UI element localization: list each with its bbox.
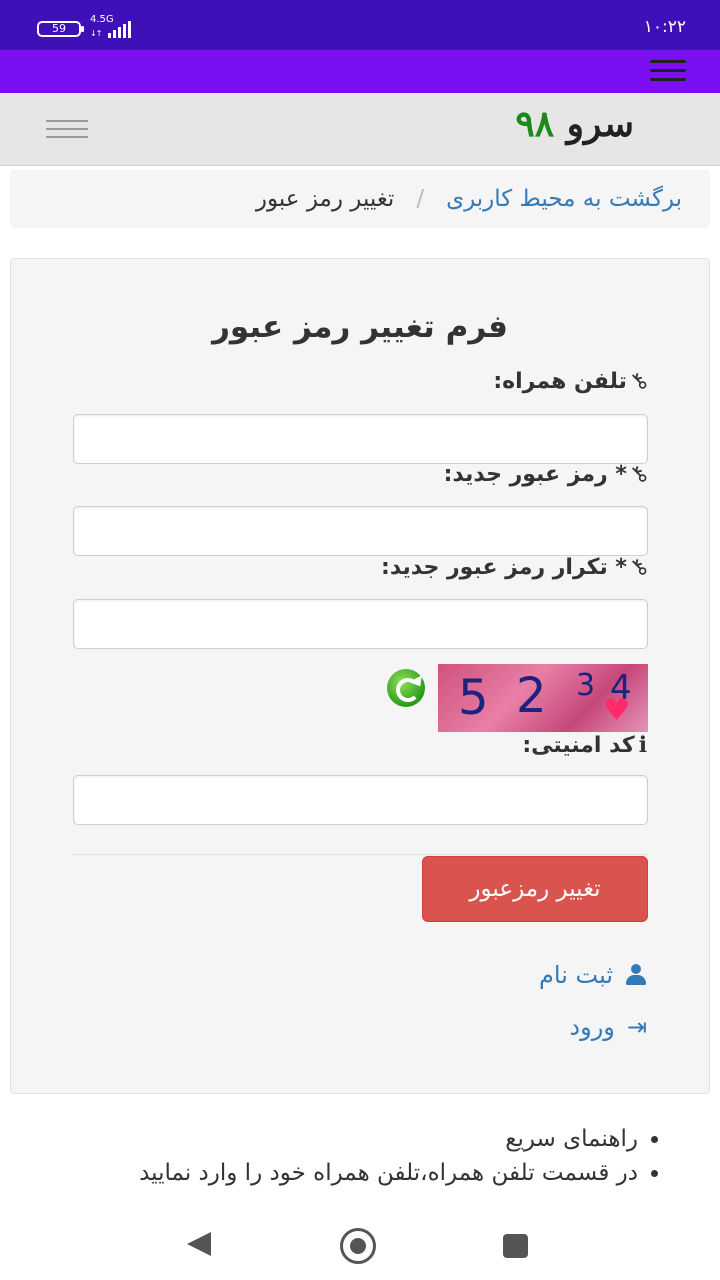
list-item: راهنمای سریع [40, 1122, 638, 1156]
signal-icon [108, 20, 136, 38]
change-password-panel: فرم تغییر رمز عبور ⚷تلفن همراه: ⚷* رمز ع… [10, 258, 710, 1094]
key-icon: ⚷ [624, 366, 654, 397]
site-header: سرو ۹۸ [0, 93, 720, 166]
form-divider [73, 854, 648, 855]
login-link[interactable]: ⇥ ورود [569, 1013, 647, 1041]
status-bar: 59 4.5G ↓↑ ۱۰:۲۲ [0, 0, 720, 50]
breadcrumb-current: تغییر رمز عبور [255, 186, 395, 212]
security-code-label: ℹکد امنیتی: [522, 733, 647, 758]
phone-label: ⚷تلفن همراه: [493, 366, 654, 397]
battery-indicator: 59 [37, 21, 84, 37]
repeat-password-input[interactable] [73, 599, 648, 649]
sign-in-icon: ⇥ [626, 1013, 647, 1041]
form-title: فرم تغییر رمز عبور [212, 309, 508, 345]
status-clock: ۱۰:۲۲ [643, 17, 686, 37]
captcha-digit: 2 [516, 668, 547, 724]
app-menu-icon[interactable] [650, 60, 686, 82]
recent-apps-icon[interactable] [503, 1234, 528, 1258]
home-icon[interactable] [340, 1228, 376, 1264]
nav-menu-toggle-icon[interactable] [46, 118, 88, 140]
system-nav-bar [0, 1207, 720, 1280]
captcha-digit: 3 [576, 668, 596, 703]
register-link[interactable]: ثبت نام [539, 961, 647, 989]
breadcrumb-back-link[interactable]: برگشت به محیط کاربری [446, 186, 682, 212]
key-icon: ⚷ [624, 552, 654, 583]
captcha-refresh-icon[interactable] [387, 669, 425, 707]
logo-text: سرو [566, 103, 634, 145]
new-password-input[interactable] [73, 506, 648, 556]
captcha-image: 5 2 3 4 ♥ [438, 664, 648, 732]
change-password-button[interactable]: تغییر رمزعبور [422, 856, 648, 922]
phone-input[interactable] [73, 414, 648, 464]
network-activity-icon: ↓↑ [90, 29, 102, 38]
logo-number: ۹۸ [515, 103, 555, 145]
repeat-password-label: ⚷* تکرار رمز عبور جدید: [381, 552, 654, 583]
new-password-label: ⚷* رمز عبور جدید: [443, 459, 654, 490]
breadcrumb: برگشت به محیط کاربری / تغییر رمز عبور [10, 170, 710, 228]
site-logo[interactable]: سرو ۹۸ [515, 103, 634, 145]
list-item: در قسمت تلفن همراه،تلفن همراه خود را وار… [40, 1156, 638, 1190]
help-list: راهنمای سریع در قسمت تلفن همراه،تلفن همر… [40, 1122, 660, 1190]
breadcrumb-separator: / [416, 186, 425, 212]
info-icon: ℹ [638, 733, 647, 758]
captcha-heart-decoration: ♥ [603, 693, 630, 728]
user-icon [625, 964, 647, 986]
security-code-input[interactable] [73, 775, 648, 825]
captcha-digit: 5 [458, 670, 489, 726]
back-icon[interactable] [187, 1232, 211, 1256]
app-toolbar [0, 50, 720, 93]
key-icon: ⚷ [624, 459, 654, 490]
